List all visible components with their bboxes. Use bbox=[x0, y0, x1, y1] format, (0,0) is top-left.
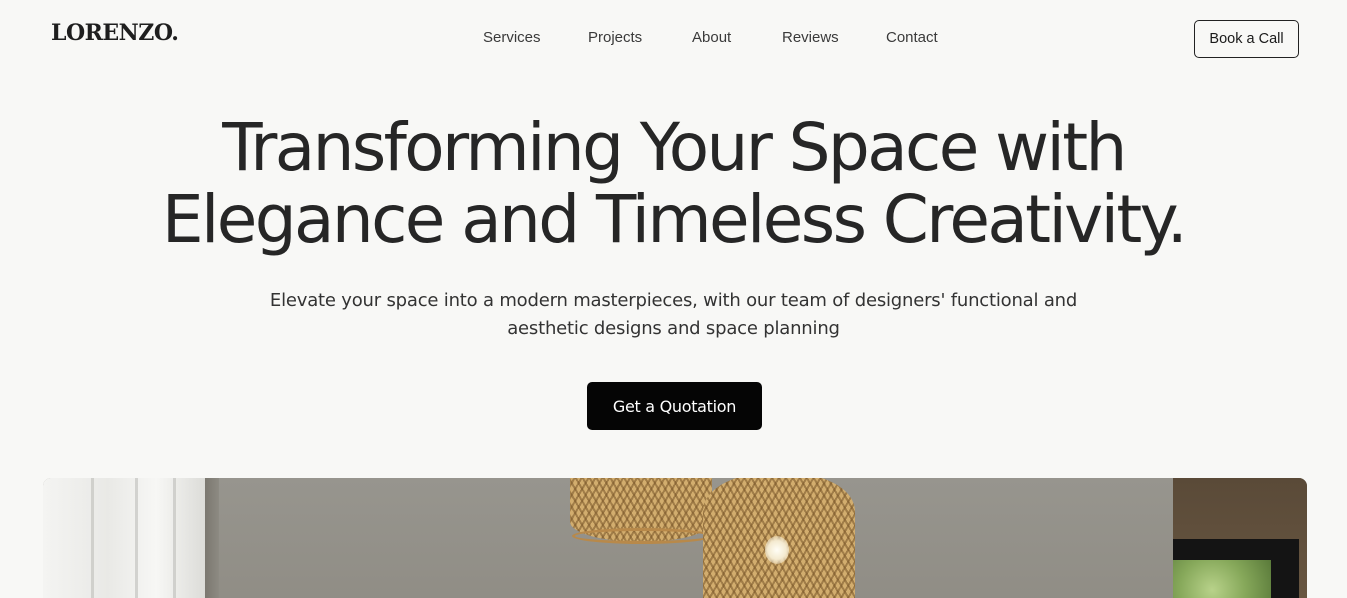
hero-title-line-1: Transforming Your Space with bbox=[222, 109, 1127, 186]
curtain-fold bbox=[135, 478, 138, 598]
hero-interior-image bbox=[43, 478, 1307, 598]
hero-title: Transforming Your Space with Elegance an… bbox=[0, 112, 1347, 256]
window-view bbox=[1173, 560, 1271, 598]
hero-title-line-2: Elegance and Timeless Creativity. bbox=[161, 181, 1188, 258]
curtain-fold bbox=[91, 478, 94, 598]
hero-subtitle-line-2: aesthetic designs and space planning bbox=[507, 318, 840, 339]
brand-logo[interactable]: LORENZO. bbox=[51, 20, 179, 46]
hero-subtitle: Elevate your space into a modern masterp… bbox=[0, 287, 1347, 343]
nav-item-about[interactable]: About bbox=[692, 29, 782, 46]
book-call-button[interactable]: Book a Call bbox=[1194, 20, 1299, 58]
curtain bbox=[43, 478, 205, 598]
get-quotation-button[interactable]: Get a Quotation bbox=[587, 382, 762, 430]
nav-item-projects[interactable]: Projects bbox=[588, 29, 692, 46]
nav-item-contact[interactable]: Contact bbox=[886, 29, 956, 46]
light-bulb bbox=[765, 536, 789, 564]
nav-item-services[interactable]: Services bbox=[483, 29, 588, 46]
pendant-lamp-rim bbox=[572, 528, 712, 544]
nav-item-reviews[interactable]: Reviews bbox=[782, 29, 886, 46]
hero-subtitle-line-1: Elevate your space into a modern masterp… bbox=[269, 290, 1078, 311]
wall-edge bbox=[205, 478, 219, 598]
main-nav: Services Projects About Reviews Contact bbox=[483, 29, 956, 46]
curtain-fold bbox=[173, 478, 176, 598]
